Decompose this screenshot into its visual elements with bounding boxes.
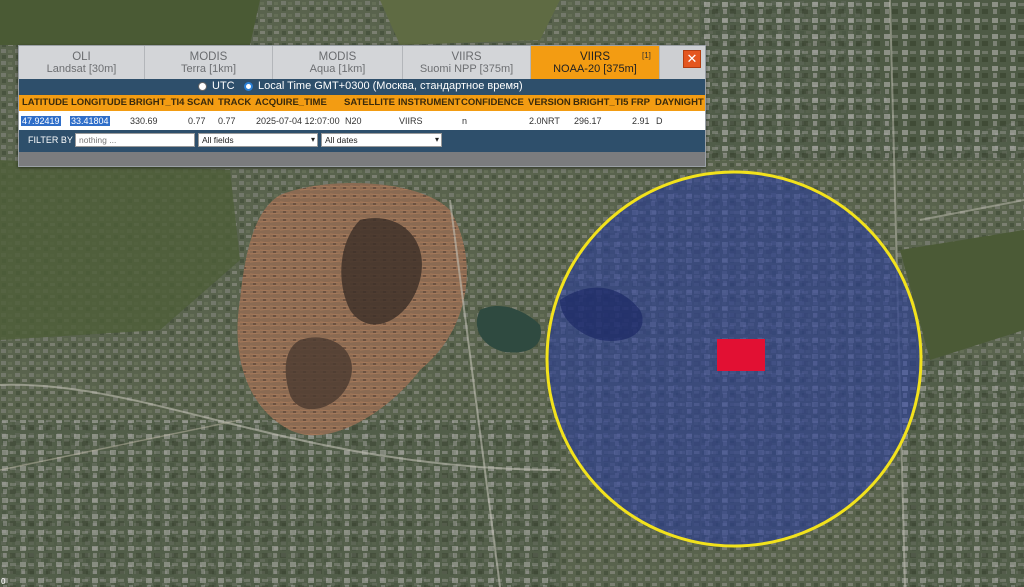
col-bright-ti4[interactable]: BRIGHT_TI4 — [129, 97, 184, 108]
close-button[interactable]: ✕ — [683, 50, 701, 68]
cell-track: 0.77 — [218, 116, 236, 126]
cell-bright-ti4: 330.69 — [130, 116, 158, 126]
cell-longitude: 33.41804 — [70, 116, 110, 126]
field-select[interactable]: All fields ▾ — [198, 133, 318, 147]
filter-input[interactable] — [75, 133, 195, 147]
col-latitude[interactable]: LATITUDE — [22, 97, 68, 108]
tab-subtitle: Landsat [30m] — [46, 63, 117, 75]
col-scan[interactable]: SCAN — [187, 97, 214, 108]
tab-modis-terra[interactable]: MODIS Terra [1km] — [145, 46, 273, 79]
cell-daynight: D — [656, 116, 663, 126]
record-count-badge: [1] — [642, 51, 651, 60]
utc-radio[interactable] — [198, 82, 207, 91]
col-satellite[interactable]: SATELLITE — [344, 97, 395, 108]
chevron-down-icon: ▾ — [434, 135, 439, 144]
cell-satellite: N20 — [345, 116, 362, 126]
col-daynight[interactable]: DAYNIGHT — [655, 97, 704, 108]
sensor-tabs: OLI Landsat [30m] MODIS Terra [1km] MODI… — [19, 46, 705, 79]
cell-latitude: 47.92419 — [21, 116, 61, 126]
tab-title: OLI — [72, 51, 91, 63]
tab-viirs-suomi-npp[interactable]: VIIRS Suomi NPP [375m] — [403, 46, 531, 79]
tab-title: MODIS — [189, 51, 228, 63]
close-icon: ✕ — [686, 51, 698, 66]
cell-confidence: n — [462, 116, 468, 126]
table-header: LATITUDE LONGITUDE BRIGHT_TI4 SCAN TRACK… — [19, 95, 705, 111]
tab-subtitle: Aqua [1km] — [309, 63, 366, 75]
panel-footer — [19, 152, 705, 166]
col-frp[interactable]: FRP — [631, 97, 650, 108]
table-row[interactable]: 47.92419 33.41804 330.69 0.77 0.77 2025-… — [19, 111, 705, 130]
col-version[interactable]: VERSION — [528, 97, 571, 108]
utc-label[interactable]: UTC — [212, 80, 235, 92]
col-longitude[interactable]: LONGITUDE — [71, 97, 127, 108]
tab-title: MODIS — [318, 51, 357, 63]
tab-title: VIIRS — [579, 51, 611, 63]
cell-acquire-time: 2025-07-04 12:07:00 — [256, 116, 340, 126]
fire-info-panel: OLI Landsat [30m] MODIS Terra [1km] MODI… — [18, 45, 706, 167]
cell-bright-ti5: 296.17 — [574, 116, 602, 126]
tab-title: VIIRS — [451, 51, 482, 63]
fire-hotspot-marker — [717, 339, 765, 371]
cell-instrument: VIIRS — [399, 116, 423, 126]
tab-viirs-noaa-20[interactable]: VIIRS NOAA-20 [375m] [1] — [531, 46, 660, 79]
cell-scan: 0.77 — [188, 116, 206, 126]
cell-frp: 2.91 — [632, 116, 650, 126]
tab-subtitle: NOAA-20 [375m] — [553, 63, 637, 75]
tab-modis-aqua[interactable]: MODIS Aqua [1km] — [273, 46, 403, 79]
tab-oli-landsat[interactable]: OLI Landsat [30m] — [19, 46, 145, 79]
filter-label: FILTER BY — [28, 135, 73, 145]
col-bright-ti5[interactable]: BRIGHT_TI5 — [573, 97, 628, 108]
chevron-down-icon: ▾ — [310, 135, 315, 144]
date-select-value: All dates — [325, 135, 358, 145]
local-time-label[interactable]: Local Time GMT+0300 (Москва, стандартное… — [258, 80, 523, 92]
field-select-value: All fields — [202, 135, 234, 145]
cell-version: 2.0NRT — [529, 116, 560, 126]
col-track[interactable]: TRACK — [218, 97, 251, 108]
col-instrument[interactable]: INSTRUMENT — [398, 97, 460, 108]
col-acquire-time[interactable]: ACQUIRE_TIME — [255, 97, 327, 108]
filter-bar: FILTER BY All fields ▾ All dates ▾ — [19, 130, 705, 152]
tab-subtitle: Suomi NPP [375m] — [419, 63, 514, 75]
col-confidence[interactable]: CONFIDENCE — [461, 97, 524, 108]
date-select[interactable]: All dates ▾ — [321, 133, 442, 147]
corner-label: 0 — [1, 577, 6, 586]
tab-subtitle: Terra [1km] — [180, 63, 236, 75]
timezone-bar: UTC Local Time GMT+0300 (Москва, стандар… — [19, 79, 705, 95]
local-time-radio[interactable] — [244, 82, 253, 91]
